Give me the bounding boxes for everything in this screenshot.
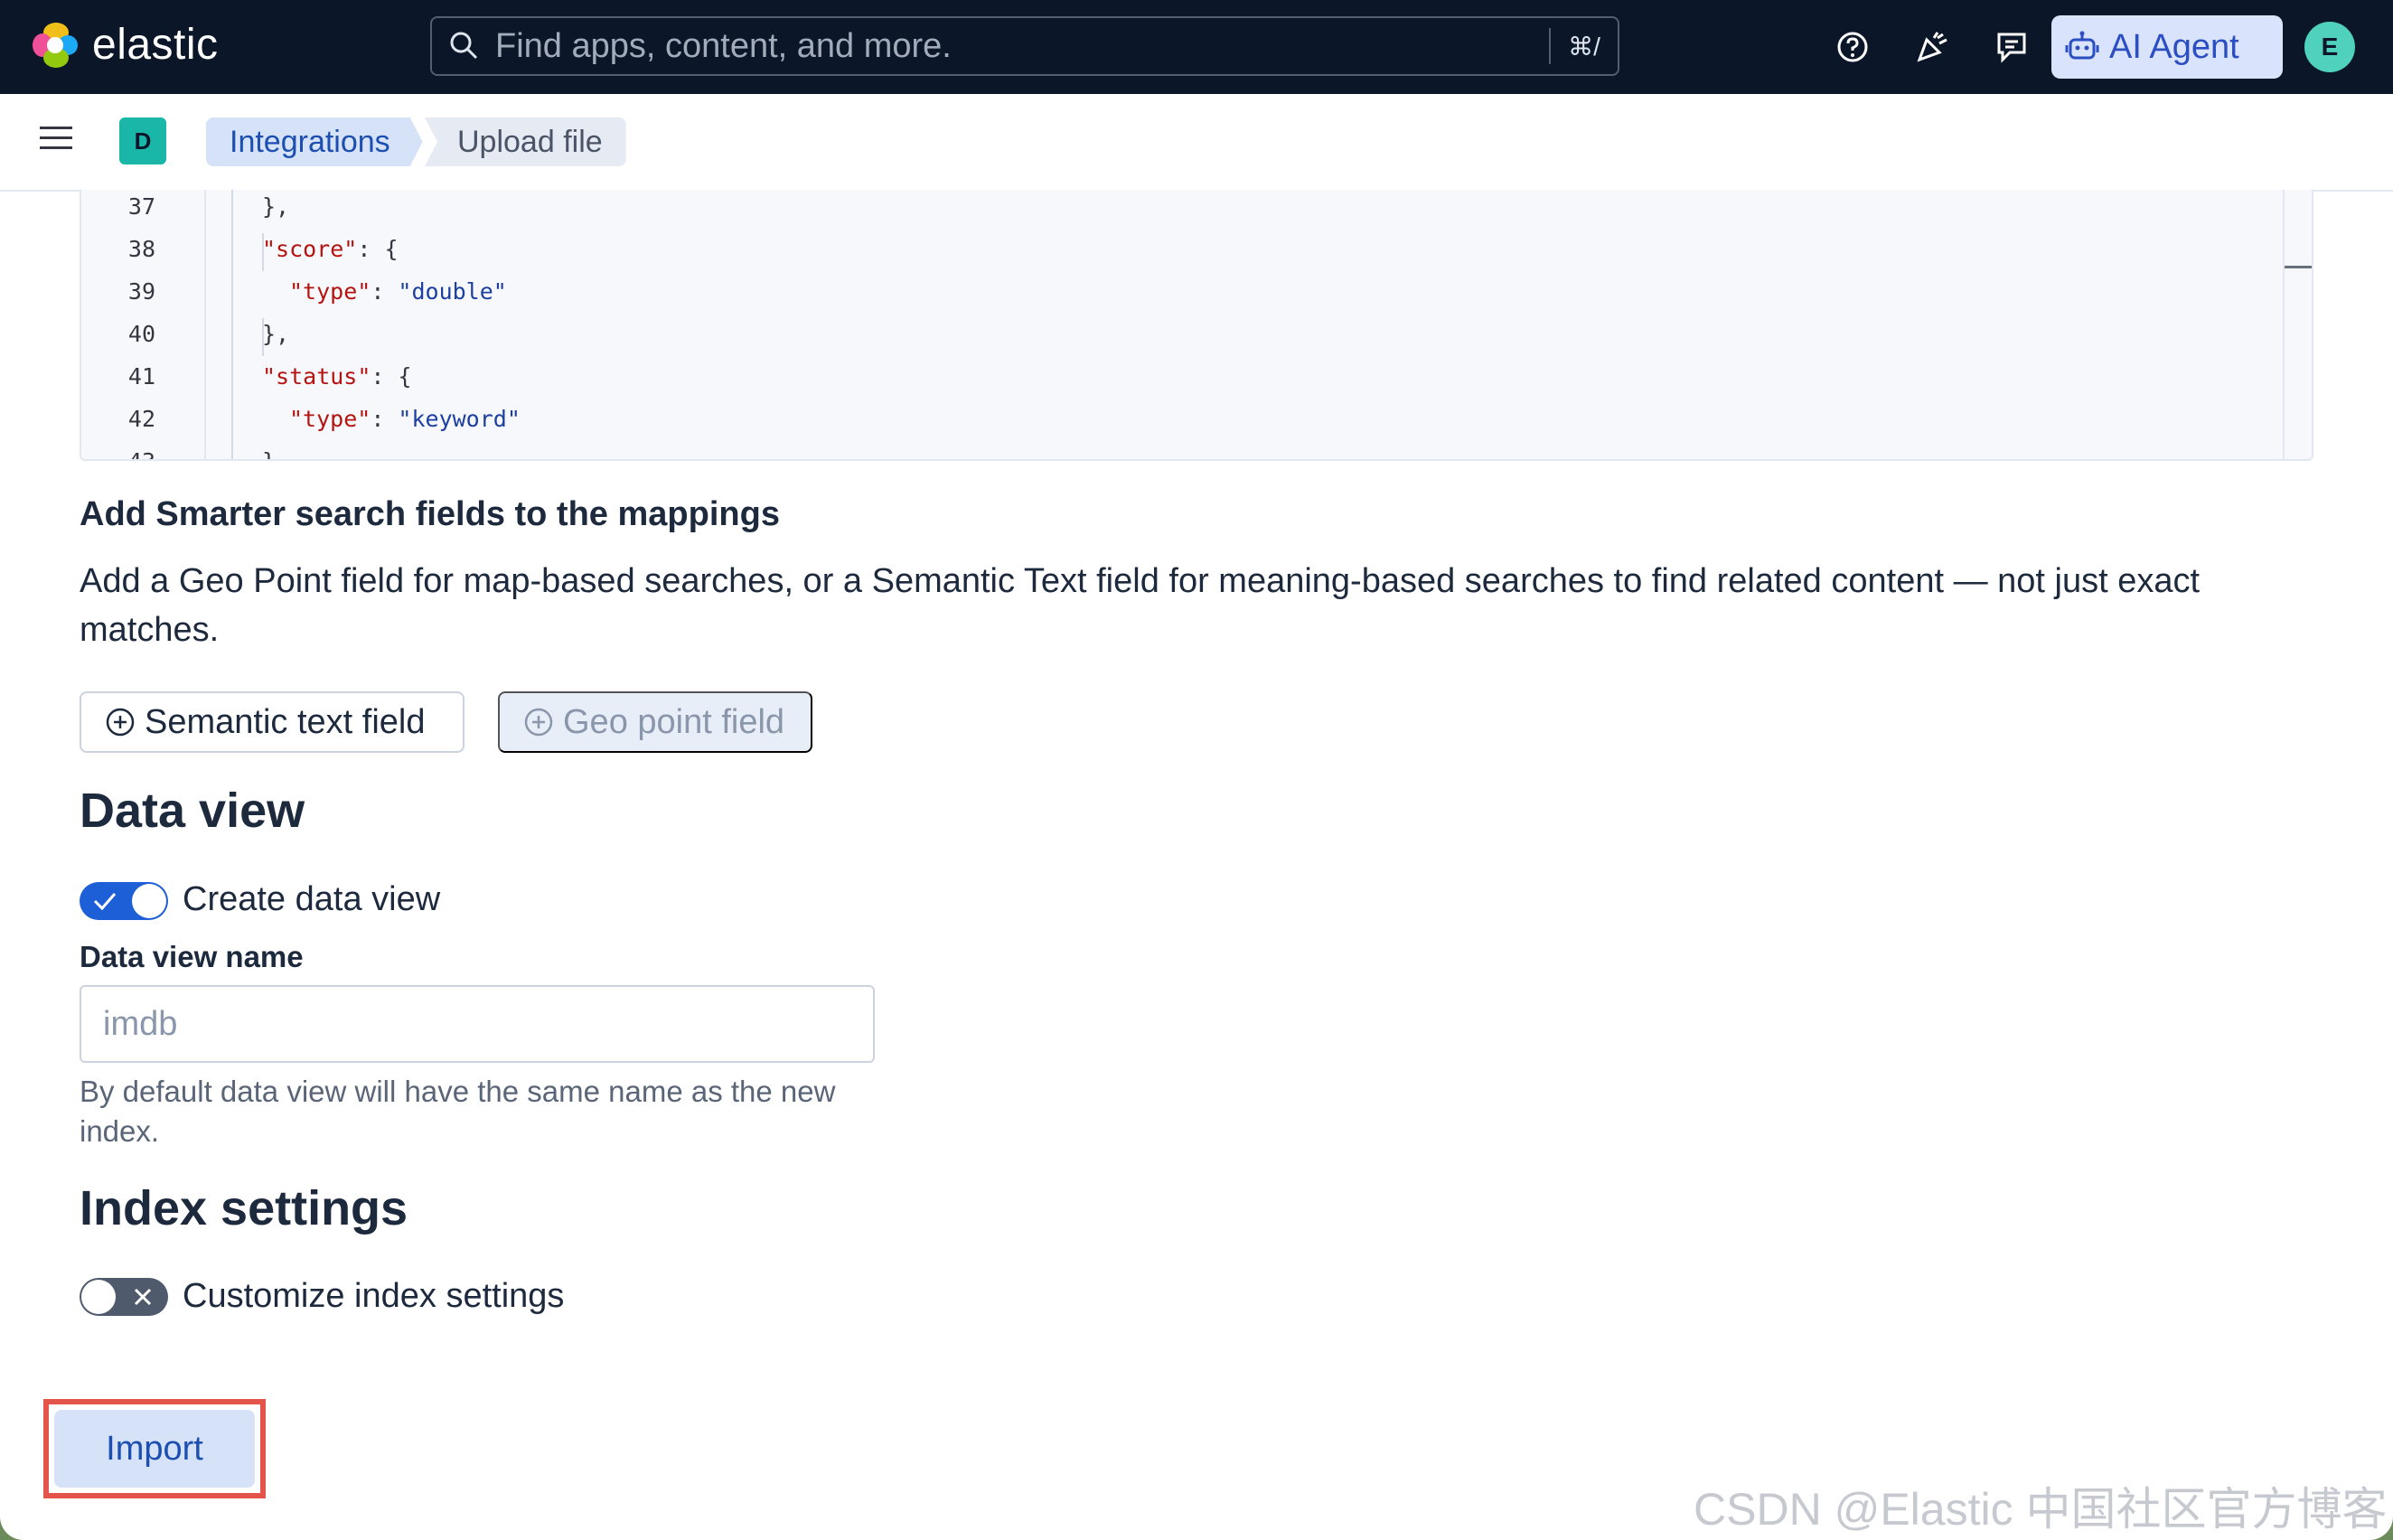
line-number: 43 — [81, 448, 155, 459]
plus-in-circle-icon — [524, 708, 553, 737]
add-geo-point-field-button[interactable]: Geo point field — [498, 691, 812, 753]
customize-index-settings-toggle[interactable] — [80, 1278, 168, 1316]
json-punct: : { — [357, 236, 399, 262]
smart-search-title: Add Smarter search fields to the mapping… — [80, 495, 780, 533]
line-number: 40 — [127, 321, 155, 347]
semantic-text-field-label: Semantic text field — [145, 702, 426, 741]
breadcrumb-bar: D Integrations Upload file — [0, 94, 2393, 192]
whats-new-icon[interactable] — [1912, 27, 1952, 67]
add-semantic-text-field-button[interactable]: Semantic text field — [80, 691, 465, 753]
code-line: "type": "double" — [289, 278, 507, 305]
code-line: }, — [262, 193, 290, 220]
space-avatar[interactable]: D — [119, 117, 166, 164]
brand-name: elastic — [92, 21, 219, 69]
indent-guide — [231, 190, 233, 459]
search-icon — [450, 32, 478, 60]
data-view-name-label: Data view name — [80, 940, 304, 973]
elastic-logo[interactable]: elastic — [31, 20, 219, 70]
toggle-knob — [132, 884, 166, 918]
code-line: }, — [262, 321, 290, 347]
code-line: "type": "keyword" — [289, 406, 521, 432]
line-number: 42 — [127, 406, 155, 432]
check-icon — [93, 893, 117, 911]
search-placeholder: Find apps, content, and more. — [495, 26, 952, 65]
app-window: elastic Find apps, content, and more. ⌘/ — [0, 0, 2393, 1540]
json-key: "status" — [262, 363, 371, 390]
feedback-icon[interactable] — [1992, 27, 2032, 67]
line-number: 37 — [127, 193, 155, 220]
data-view-title: Data view — [80, 784, 305, 838]
code-scrollbar[interactable] — [2283, 190, 2312, 459]
smart-search-description: Add a Geo Point field for map-based sear… — [80, 562, 2201, 649]
customize-index-settings-label: Customize index settings — [183, 1277, 565, 1315]
line-number: 39 — [127, 278, 155, 305]
breadcrumb-upload-file: Upload file — [425, 117, 626, 166]
ai-agent-button[interactable]: AI Agent — [2051, 15, 2283, 79]
create-data-view-toggle[interactable] — [80, 882, 168, 920]
json-value: "double" — [398, 278, 507, 305]
help-icon[interactable] — [1833, 27, 1872, 67]
mappings-code-editor[interactable]: 37 }, 38 "score": { 39 "type": "double" … — [80, 190, 2313, 461]
json-key: "type" — [289, 406, 371, 432]
line-number: 41 — [127, 363, 155, 390]
json-punct: : { — [371, 363, 412, 390]
ai-agent-label: AI Agent — [2109, 27, 2239, 66]
line-number: 38 — [127, 236, 155, 262]
code-line: "status": { — [262, 363, 412, 390]
geo-point-field-label: Geo point field — [563, 702, 785, 741]
data-view-name-help-text: By default data view will have the same … — [80, 1075, 836, 1148]
json-value: "keyword" — [398, 406, 521, 432]
hamburger-menu-icon[interactable] — [40, 127, 72, 155]
scroll-position-marker — [2285, 266, 2312, 268]
import-button[interactable]: Import — [54, 1410, 255, 1488]
json-punct: : — [371, 406, 399, 432]
json-punct: : — [371, 278, 399, 305]
watermark: CSDN @Elastic 中国社区官方博客 — [1694, 1484, 2388, 1535]
global-search[interactable]: Find apps, content, and more. ⌘/ — [430, 16, 1619, 76]
breadcrumb-integrations[interactable]: Integrations — [206, 117, 423, 166]
create-data-view-label: Create data view — [183, 880, 441, 918]
user-avatar[interactable]: E — [2304, 22, 2355, 72]
top-header: elastic Find apps, content, and more. ⌘/ — [0, 0, 2393, 94]
toggle-knob — [81, 1280, 116, 1314]
robot-icon — [2065, 31, 2099, 60]
code-line: } — [262, 448, 276, 459]
cross-icon — [134, 1288, 152, 1306]
index-settings-title: Index settings — [80, 1181, 408, 1235]
data-view-name-input[interactable] — [80, 985, 875, 1063]
json-key: "score" — [262, 236, 358, 262]
json-key: "type" — [289, 278, 371, 305]
plus-in-circle-icon — [106, 708, 135, 737]
elastic-logo-icon — [31, 21, 80, 70]
code-line: "score": { — [262, 236, 399, 262]
search-shortcut: ⌘/ — [1568, 32, 1600, 61]
